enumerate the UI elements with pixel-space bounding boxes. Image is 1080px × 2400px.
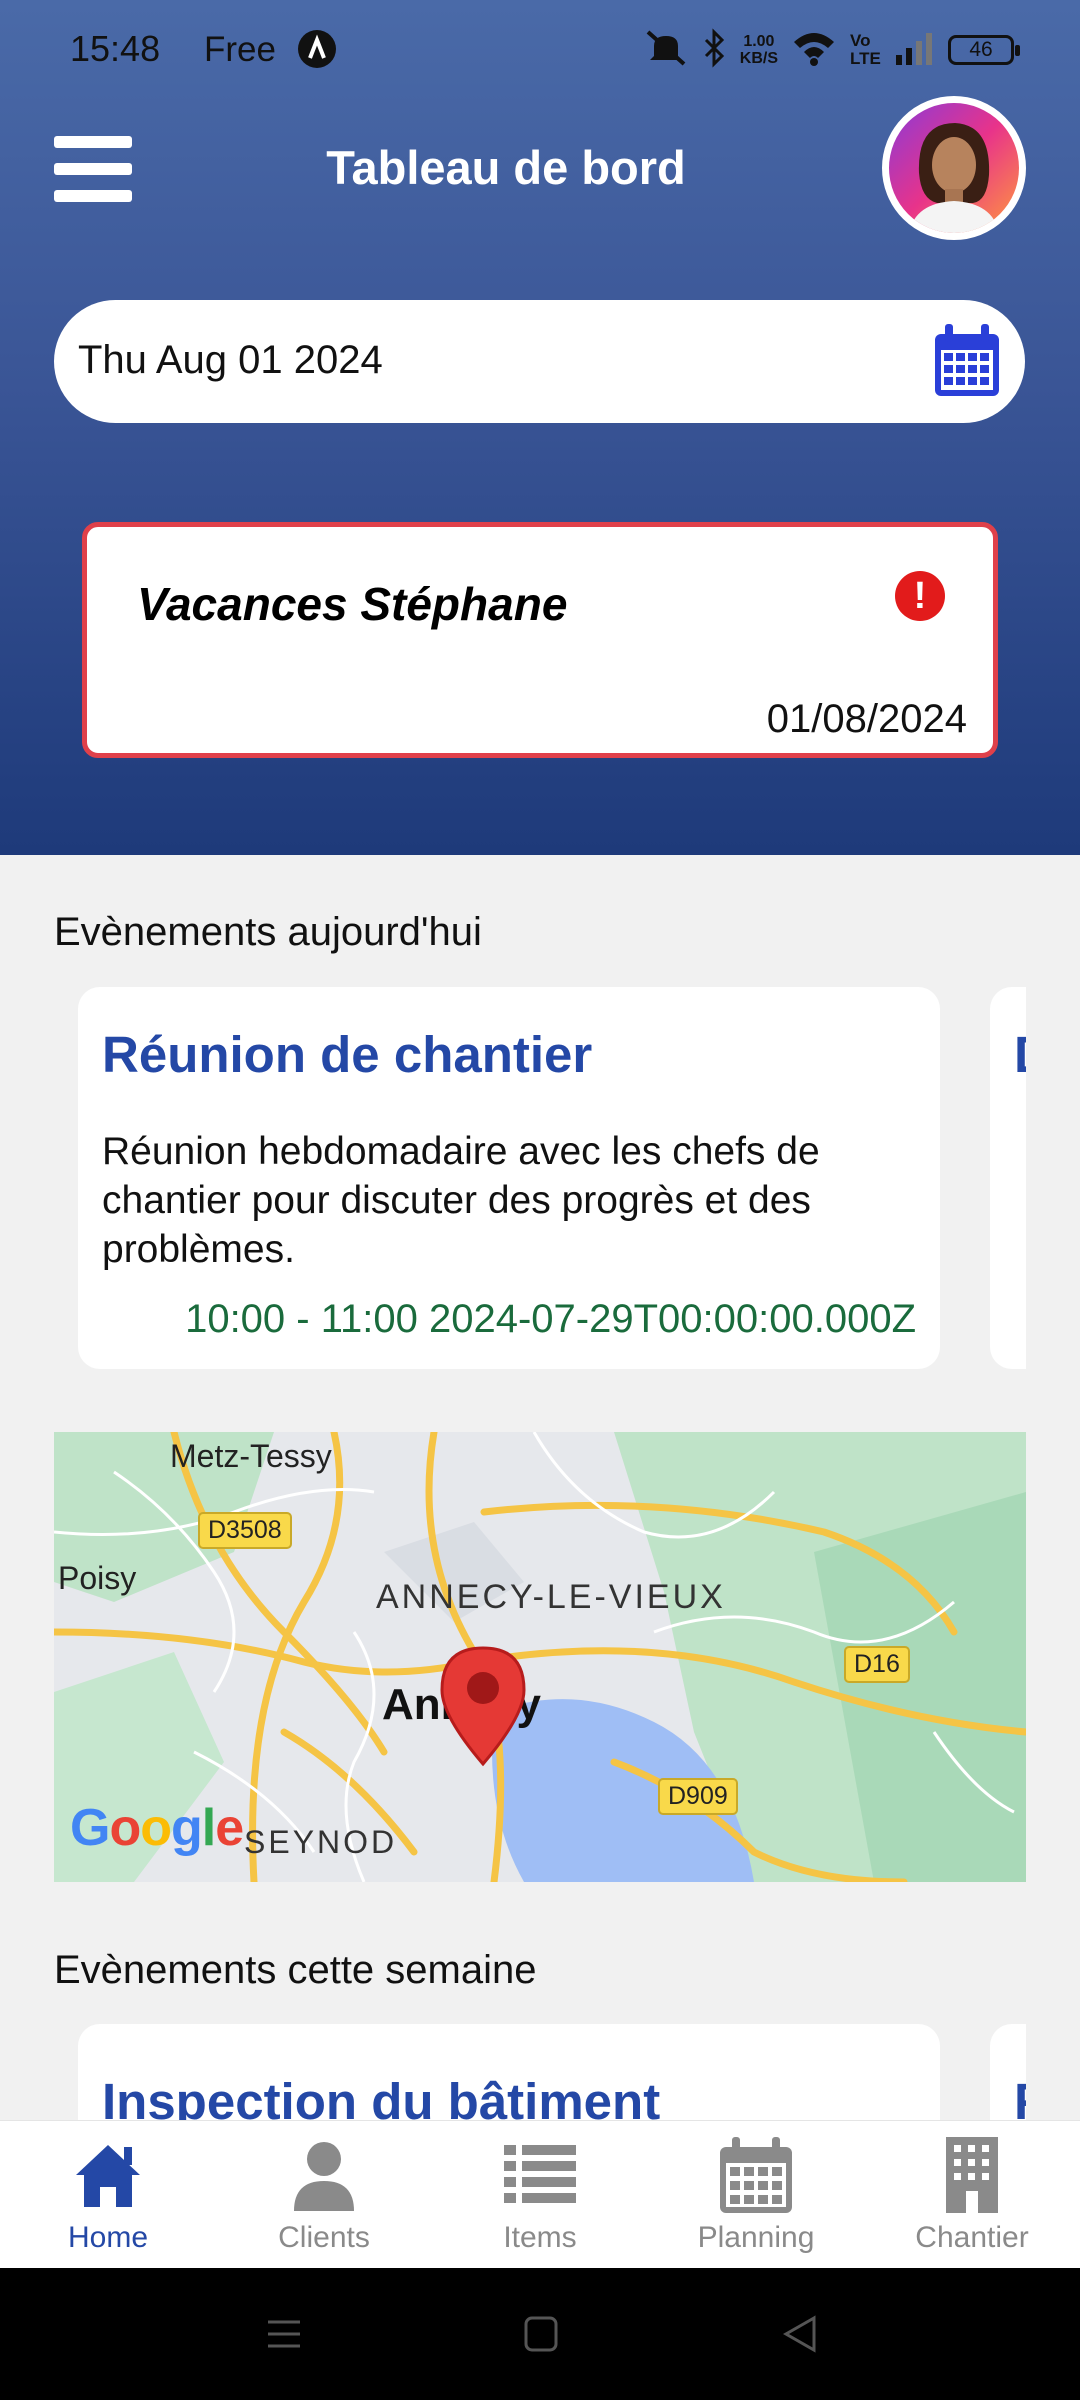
road-badge: D16 xyxy=(844,1646,910,1683)
app-notification-icon xyxy=(298,30,336,68)
system-navigation-bar xyxy=(0,2268,1080,2400)
road-badge: D909 xyxy=(658,1778,738,1815)
event-time: 10:00 - 11:00 2024-07-29T00:00:00.000Z xyxy=(185,1297,916,1341)
person-icon xyxy=(284,2135,364,2215)
date-picker-field[interactable]: Thu Aug 01 2024 xyxy=(54,300,1025,423)
section-title-week: Evènements cette semaine xyxy=(54,1948,537,1992)
building-icon xyxy=(932,2135,1012,2215)
nav-item-items[interactable]: Items xyxy=(432,2121,648,2268)
alert-date: 01/08/2024 xyxy=(766,697,967,741)
status-bar: 15:48 Free 1.00 KB/S Vo LTE 46 xyxy=(0,0,1080,100)
event-card-partial[interactable]: D xyxy=(990,987,1026,1369)
home-button[interactable] xyxy=(522,2314,560,2359)
road-badge: D3508 xyxy=(198,1512,292,1549)
map-view[interactable]: Metz-Tessy Poisy ANNECY-LE-VIEUX Annecy … xyxy=(54,1432,1026,1882)
bottom-nav: Home Clients Items Planning Chantier xyxy=(0,2120,1080,2268)
event-title: D xyxy=(1014,1025,1026,1084)
status-time: 15:48 xyxy=(70,28,161,69)
recent-apps-button[interactable] xyxy=(264,2314,304,2359)
event-title: Réunion de chantier xyxy=(102,1026,593,1083)
warning-icon: ! xyxy=(895,571,945,621)
map-label: ANNECY-LE-VIEUX xyxy=(376,1578,726,1616)
volte-indicator: Vo LTE xyxy=(850,31,881,68)
calendar-icon[interactable] xyxy=(931,322,1003,400)
alert-title: Vacances Stéphane xyxy=(137,578,568,630)
mute-icon xyxy=(644,28,688,73)
status-icons: 1.00 KB/S Vo LTE 46 xyxy=(644,27,1020,73)
nav-item-home[interactable]: Home xyxy=(0,2121,216,2268)
network-speed: 1.00 KB/S xyxy=(740,33,778,67)
page-title: Tableau de bord xyxy=(326,141,686,194)
battery-icon: 46 xyxy=(948,35,1020,65)
map-label: Poisy xyxy=(58,1560,137,1596)
avatar[interactable] xyxy=(882,96,1026,240)
network-speed-value: 1.00 xyxy=(743,33,775,50)
nav-label: Chantier xyxy=(915,2221,1029,2254)
section-title-today: Evènements aujourd'hui xyxy=(54,910,482,954)
nav-label: Home xyxy=(67,2221,149,2254)
nav-label: Items xyxy=(503,2221,577,2254)
nav-item-clients[interactable]: Clients xyxy=(216,2121,432,2268)
nav-item-chantier[interactable]: Chantier xyxy=(864,2121,1080,2268)
date-value: Thu Aug 01 2024 xyxy=(78,338,383,382)
calendar-icon xyxy=(716,2135,796,2215)
google-logo: Google xyxy=(70,1799,244,1857)
wifi-icon xyxy=(792,30,836,71)
home-icon xyxy=(68,2135,148,2215)
status-carrier: Free xyxy=(204,30,276,69)
event-description: Réunion hebdomadaire avec les chefs de c… xyxy=(102,1130,820,1271)
bluetooth-icon xyxy=(702,27,726,73)
alert-card[interactable]: Vacances Stéphane ! 01/08/2024 xyxy=(82,522,998,758)
network-speed-unit: KB/S xyxy=(739,50,778,67)
event-card[interactable]: Réunion de chantier Réunion hebdomadaire… xyxy=(78,987,940,1369)
back-button[interactable] xyxy=(780,2314,820,2359)
map-label: SEYNOD xyxy=(244,1824,398,1860)
nav-item-planning[interactable]: Planning xyxy=(648,2121,864,2268)
nav-label: Planning xyxy=(697,2221,815,2254)
header: 15:48 Free 1.00 KB/S Vo LTE 46 Tableau d… xyxy=(0,0,1080,855)
signal-icon xyxy=(894,31,934,70)
map-pin-icon[interactable] xyxy=(438,1644,528,1768)
nav-label: Clients xyxy=(278,2221,370,2254)
list-icon xyxy=(500,2135,580,2215)
map-label: Metz-Tessy xyxy=(170,1438,332,1474)
